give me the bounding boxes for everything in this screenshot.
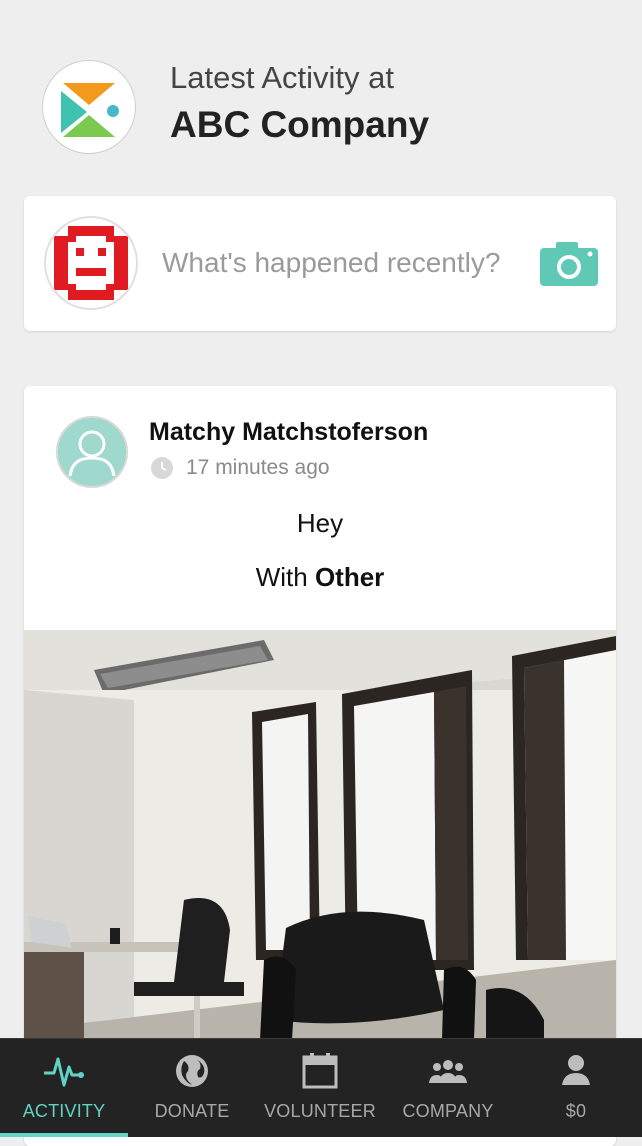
author-name[interactable]: Matchy Matchstoferson [149,418,428,447]
company-name: ABC Company [170,104,430,145]
camera-icon [540,242,598,286]
tab-donate[interactable]: DONATE [128,1039,256,1137]
activity-post-card: Matchy Matchstoferson 17 minutes ago Hey… [24,386,616,1146]
activity-pulse-icon [44,1057,84,1087]
tab-account[interactable]: $0 [512,1039,640,1137]
tab-company-label: COMPANY [402,1101,494,1121]
author-avatar[interactable] [56,416,128,488]
user-placeholder-icon [68,430,116,477]
tab-volunteer[interactable]: VOLUNTEER [256,1039,384,1137]
tab-company[interactable]: COMPANY [384,1039,512,1137]
calendar-icon [302,1053,338,1089]
group-icon [429,1060,467,1083]
post-photo[interactable] [24,630,616,1050]
page-header: Latest Activity at ABC Company [0,0,642,190]
tab-volunteer-label: VOLUNTEER [264,1101,376,1121]
tagged-name[interactable]: Other [315,562,384,592]
company-logo [42,60,136,154]
tab-activity[interactable]: ACTIVITY [0,1039,128,1137]
robot-avatar-icon [46,218,136,308]
post-timestamp: 17 minutes ago [186,456,330,479]
user-icon [562,1055,590,1085]
status-composer [24,196,616,331]
tab-activity-label: ACTIVITY [22,1101,106,1121]
abc-company-logo-icon [61,83,119,137]
with-prefix: With [255,562,308,592]
active-tab-indicator [0,1133,128,1137]
camera-button[interactable] [540,240,600,288]
tagged-line: With Other [24,562,616,593]
post-text: Hey [296,508,344,538]
header-subtitle: Latest Activity at [170,60,394,95]
bottom-tab-bar: ACTIVITY DONATE VOLUNTEER COMPANY $0 [0,1038,642,1137]
status-input[interactable] [160,242,544,284]
tab-balance-label: $0 [565,1101,587,1121]
globe-icon [176,1055,208,1087]
clock-icon [151,457,173,479]
tab-donate-label: DONATE [154,1101,230,1121]
robot-avatar[interactable] [44,216,138,310]
